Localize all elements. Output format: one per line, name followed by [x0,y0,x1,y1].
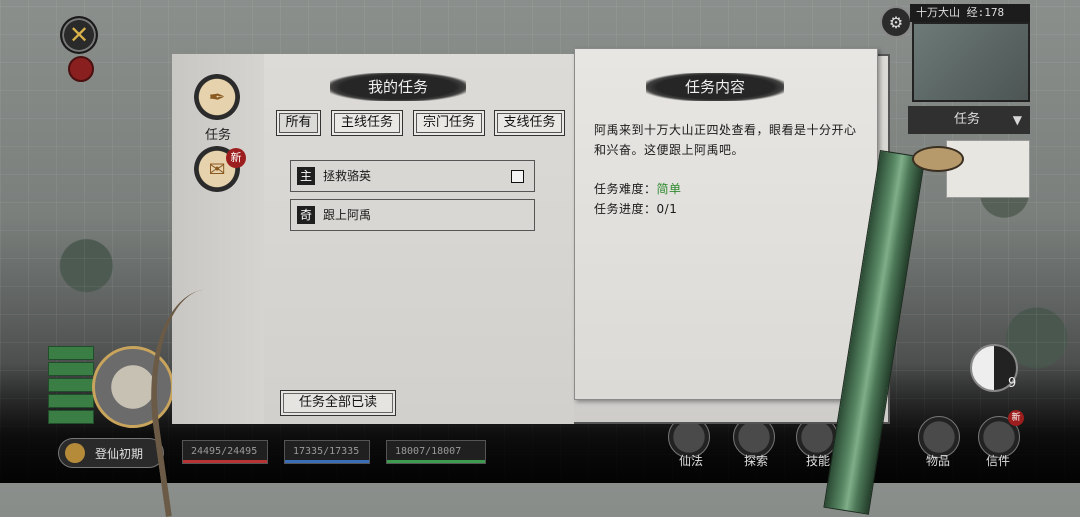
chevron-down-icon: ▼ [1012,113,1022,127]
mail-new-badge: 新 [1008,410,1024,426]
spell-nav-label: 仙法 [679,454,704,468]
quest-description: 阿禹来到十万大山正四处查看，眼看是十分开心和兴奋。这便跟上阿禹吧。 [594,123,857,157]
quest-type-tag: 奇 [297,206,315,224]
progress-row: 任务进度：0/1 [594,200,677,217]
explore-nav-label: 探索 [744,454,769,468]
close-button[interactable]: ✕ [60,16,98,54]
new-badge: 新 [226,148,246,168]
quest-row[interactable]: 主 拯救骆英 [290,160,535,192]
red-seal-icon [68,56,94,82]
progress-label: 任务进度： [594,202,657,216]
quest-track-checkbox[interactable] [511,170,524,183]
status-tags [48,346,94,426]
quest-detail-title: 任务内容 [646,73,784,101]
tab-quests[interactable]: ✒ [194,74,240,120]
difficulty-label: 任务难度： [594,182,657,196]
stamina-bar: 18007/18007 [386,440,486,464]
filter-all[interactable]: 所有 [276,110,321,136]
quest-list-title: 我的任务 [330,73,466,101]
tab-quests-label: 任务 [204,128,231,143]
task-dropdown[interactable]: 任务 ▼ [908,106,1030,134]
location-readout: 十万大山 经:178 纬:85 [910,4,1030,37]
mail-nav-label: 信件 [986,454,1011,468]
progress-value: 0/1 [656,202,678,216]
crossed-swords-icon: ✕ [68,21,90,49]
filter-sect[interactable]: 宗门任务 [413,110,485,136]
quest-type-tag: 主 [297,167,315,185]
yin-yang-count: 9 [1008,376,1017,391]
skill-nav-label: 技能 [806,454,831,468]
filter-main[interactable]: 主线任务 [331,110,403,136]
mp-value: 17335/17335 [293,446,360,457]
gear-icon: ⚙ [888,12,904,32]
task-tracker-card[interactable] [946,140,1030,198]
realm-button[interactable]: 登仙初期 [58,438,164,468]
task-dropdown-label: 任务 [954,112,981,127]
quest-name: 拯救骆英 [323,169,372,183]
mark-all-read-button[interactable]: 任务全部已读 [280,390,396,416]
quest-row[interactable]: 奇 跟上阿禹 [290,199,535,231]
minimap[interactable] [912,22,1030,102]
realm-icon [65,443,85,463]
quest-name: 跟上阿禹 [323,208,372,222]
settings-button[interactable]: ⚙ [880,6,912,38]
scroll-icon: ✒ [208,85,226,109]
bamboo-cap-decoration [912,146,964,172]
realm-label: 登仙初期 [95,447,144,461]
letter-icon: ✉ [208,157,226,181]
difficulty-value: 简单 [656,182,682,196]
filter-side[interactable]: 支线任务 [494,110,565,136]
item-nav-label: 物品 [926,454,951,468]
stamina-value: 18007/18007 [395,446,462,457]
difficulty-row: 任务难度：简单 [594,180,682,197]
mp-bar: 17335/17335 [284,440,370,464]
